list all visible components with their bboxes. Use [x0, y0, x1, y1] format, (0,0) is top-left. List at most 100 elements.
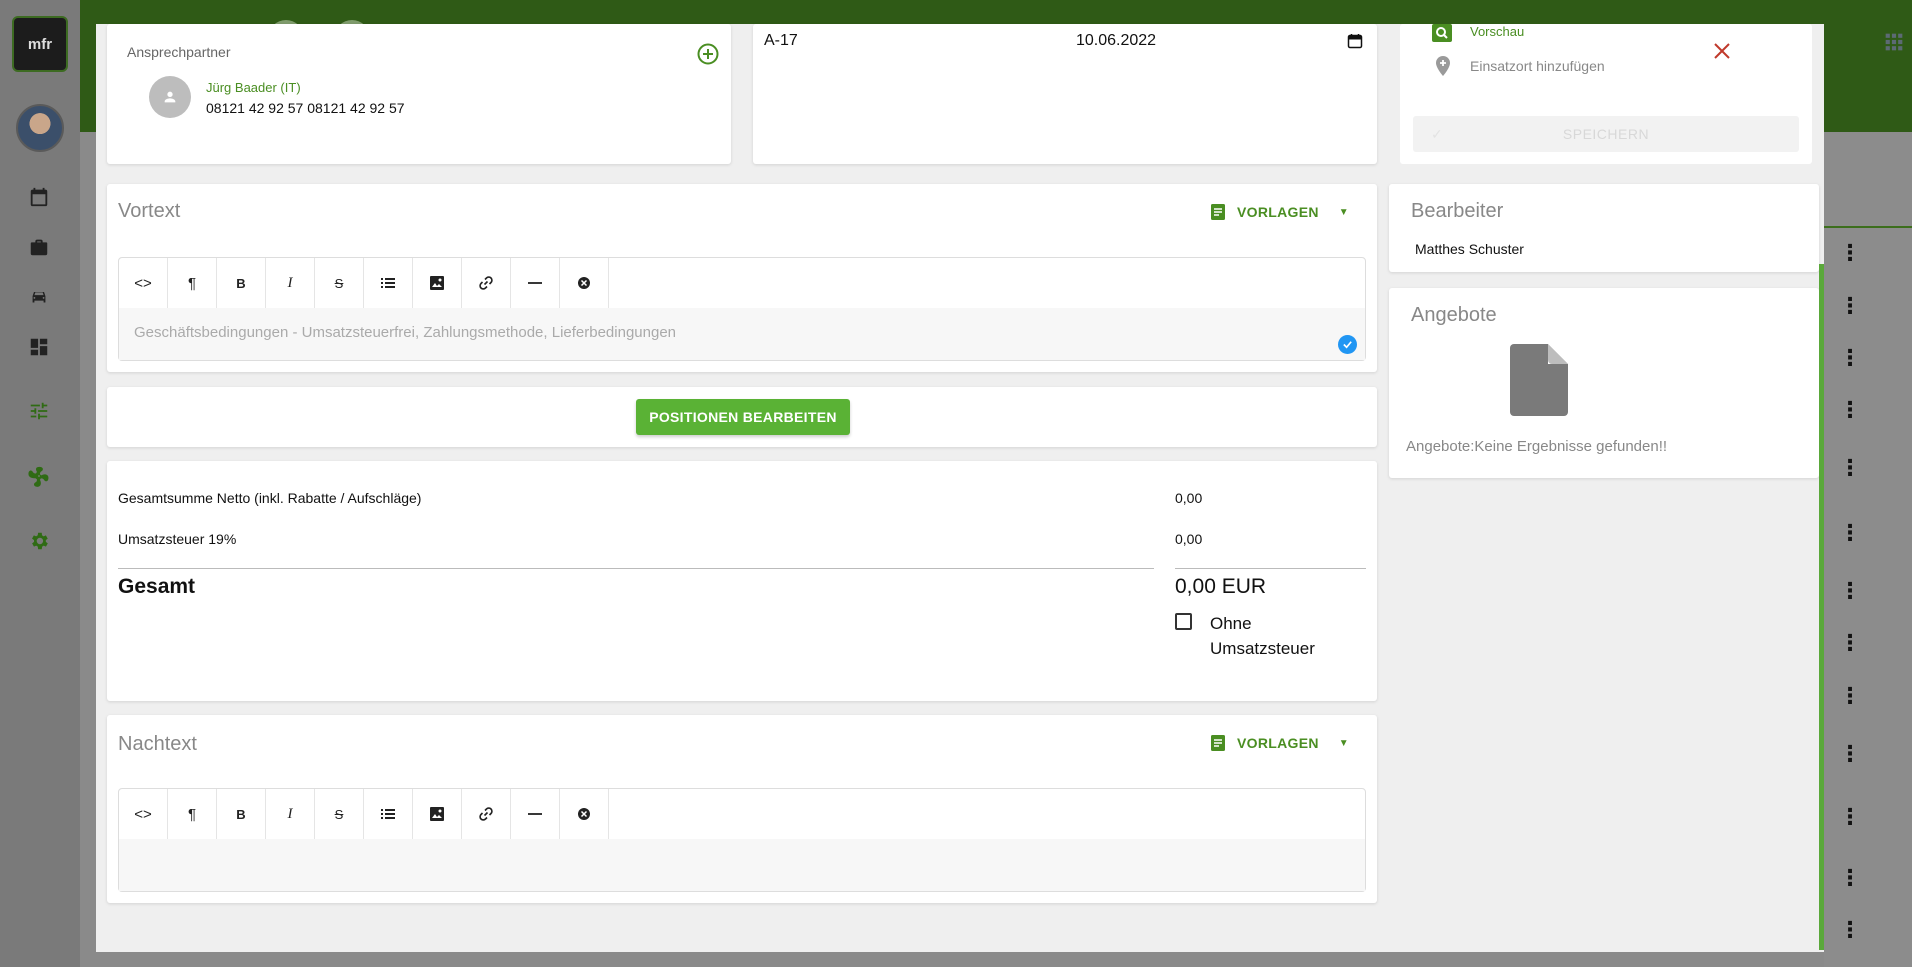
check-icon: ✓	[1431, 126, 1444, 142]
row-menu-icon[interactable]: ⋮	[1838, 741, 1862, 766]
caret-down-icon: ▼	[1338, 737, 1349, 749]
car-icon[interactable]	[28, 286, 50, 308]
positions-card: POSITIONEN BEARBEITEN	[107, 387, 1377, 447]
template-doc-icon	[1211, 735, 1225, 751]
spellcheck-icon[interactable]	[1338, 335, 1357, 354]
nachtext-toolbar: <> ¶ B I S	[119, 789, 1365, 839]
horizontal-rule-icon[interactable]	[511, 789, 560, 839]
document-number-card: A-17 10.06.2022	[753, 24, 1377, 164]
tax-label: Umsatzsteuer 19%	[118, 531, 237, 547]
document-number-field[interactable]: A-17	[764, 32, 798, 50]
template-doc-icon	[1211, 204, 1225, 220]
calendar-picker-icon[interactable]	[1347, 33, 1363, 49]
link-icon[interactable]	[462, 258, 511, 308]
row-menu-icon[interactable]: ⋮	[1838, 683, 1862, 708]
user-avatar[interactable]	[16, 104, 64, 152]
italic-icon[interactable]: I	[266, 258, 315, 308]
apps-grid-icon[interactable]	[1884, 32, 1904, 52]
edit-positions-button[interactable]: POSITIONEN BEARBEITEN	[636, 399, 850, 435]
settings-gear-icon[interactable]	[28, 530, 50, 552]
row-menu-icon[interactable]: ⋮	[1838, 397, 1862, 422]
vortext-section: Vortext VORLAGEN ▼ <> ¶ B I S Geschäftsb…	[107, 184, 1377, 372]
actions-card: Vorschau Einsatzort hinzufügen ✓ SPEICHE…	[1400, 24, 1812, 164]
row-menu-icon[interactable]: ⋮	[1838, 293, 1862, 318]
angebote-empty-message: Angebote:Keine Ergebnisse gefunden!!	[1406, 438, 1668, 455]
vortext-editor[interactable]: <> ¶ B I S Geschäftsbedingungen - Umsatz…	[118, 257, 1366, 361]
row-menu-icon[interactable]: ⋮	[1838, 345, 1862, 370]
row-menu-icon[interactable]: ⋮	[1838, 520, 1862, 545]
nachtext-editor-body[interactable]	[119, 839, 1365, 891]
contact-card: Ansprechpartner Jürg Baader (IT) 08121 4…	[107, 24, 731, 164]
grand-total-value: 0,00 EUR	[1175, 575, 1267, 598]
row-menu-icon[interactable]: ⋮	[1838, 865, 1862, 890]
calendar-icon[interactable]	[28, 186, 50, 208]
code-icon[interactable]: <>	[119, 258, 168, 308]
row-menu-icon[interactable]: ⋮	[1838, 578, 1862, 603]
bearbeiter-name[interactable]: Matthes Schuster	[1415, 241, 1524, 257]
contact-name-link[interactable]: Jürg Baader (IT)	[206, 80, 301, 95]
totals-divider	[118, 568, 1154, 569]
preview-search-icon[interactable]	[1432, 24, 1452, 42]
preview-link[interactable]: Vorschau	[1470, 24, 1524, 39]
caret-down-icon: ▼	[1338, 206, 1349, 218]
list-icon[interactable]	[364, 789, 413, 839]
row-menu-icon[interactable]: ⋮	[1838, 240, 1862, 265]
vortext-placeholder: Geschäftsbedingungen - Umsatzsteuerfrei,…	[134, 324, 677, 341]
strikethrough-icon[interactable]: S	[315, 258, 364, 308]
italic-icon[interactable]: I	[266, 789, 315, 839]
bearbeiter-card: Bearbeiter Matthes Schuster	[1389, 184, 1819, 272]
row-menu-icon[interactable]: ⋮	[1838, 804, 1862, 829]
briefcase-icon[interactable]	[28, 236, 50, 258]
add-location-link[interactable]: Einsatzort hinzufügen	[1470, 58, 1605, 74]
tune-icon[interactable]	[28, 400, 50, 422]
dashboard-icon[interactable]	[28, 336, 50, 358]
contact-avatar	[149, 76, 191, 118]
grand-total-label: Gesamt	[118, 575, 196, 598]
contact-label: Ansprechpartner	[127, 44, 231, 60]
no-tax-label[interactable]: Ohne Umsatzsteuer	[1210, 611, 1340, 661]
net-total-label: Gesamtsumme Netto (inkl. Rabatte / Aufsc…	[118, 490, 422, 506]
document-date-field[interactable]: 10.06.2022	[1076, 32, 1156, 50]
clear-format-icon[interactable]	[560, 789, 609, 839]
paragraph-icon[interactable]: ¶	[168, 789, 217, 839]
close-dialog-icon[interactable]	[1713, 42, 1731, 60]
fan-icon[interactable]	[28, 465, 50, 487]
totals-card: Gesamtsumme Netto (inkl. Rabatte / Aufsc…	[107, 461, 1377, 701]
list-icon[interactable]	[364, 258, 413, 308]
bold-icon[interactable]: B	[217, 789, 266, 839]
bold-icon[interactable]: B	[217, 258, 266, 308]
strikethrough-icon[interactable]: S	[315, 789, 364, 839]
save-button[interactable]: ✓ SPEICHERN	[1413, 116, 1799, 152]
vortext-editor-body[interactable]: Geschäftsbedingungen - Umsatzsteuerfrei,…	[119, 308, 1365, 360]
bearbeiter-title: Bearbeiter	[1411, 200, 1504, 222]
vortext-toolbar: <> ¶ B I S	[119, 258, 1365, 308]
angebote-title: Angebote	[1411, 304, 1497, 326]
add-location-icon[interactable]	[1434, 56, 1452, 76]
background-list-header	[1824, 132, 1912, 228]
scrollbar[interactable]	[1819, 264, 1824, 950]
app-logo[interactable]: mfr	[12, 16, 68, 72]
code-icon[interactable]: <>	[119, 789, 168, 839]
vortext-title: Vortext	[118, 200, 181, 222]
paragraph-icon[interactable]: ¶	[168, 258, 217, 308]
image-icon[interactable]	[413, 258, 462, 308]
nachtext-title: Nachtext	[118, 733, 197, 755]
clear-format-icon[interactable]	[560, 258, 609, 308]
vortext-templates-button[interactable]: VORLAGEN ▼	[1211, 204, 1349, 220]
tax-value: 0,00	[1175, 531, 1203, 547]
add-contact-icon[interactable]	[696, 42, 720, 66]
row-menu-icon[interactable]: ⋮	[1838, 630, 1862, 655]
no-tax-checkbox[interactable]	[1175, 613, 1192, 630]
row-menu-icon[interactable]: ⋮	[1838, 455, 1862, 480]
nachtext-section: Nachtext VORLAGEN ▼ <> ¶ B I S	[107, 715, 1377, 903]
image-icon[interactable]	[413, 789, 462, 839]
nachtext-editor[interactable]: <> ¶ B I S	[118, 788, 1366, 892]
horizontal-rule-icon[interactable]	[511, 258, 560, 308]
row-menu-icon[interactable]: ⋮	[1838, 917, 1862, 942]
angebote-card: Angebote Angebote:Keine Ergebnisse gefun…	[1389, 288, 1819, 478]
link-icon[interactable]	[462, 789, 511, 839]
net-total-value: 0,00	[1175, 490, 1203, 506]
contact-phone: 08121 42 92 57 08121 42 92 57	[206, 100, 405, 116]
nachtext-templates-button[interactable]: VORLAGEN ▼	[1211, 735, 1349, 751]
document-icon	[1510, 344, 1568, 416]
